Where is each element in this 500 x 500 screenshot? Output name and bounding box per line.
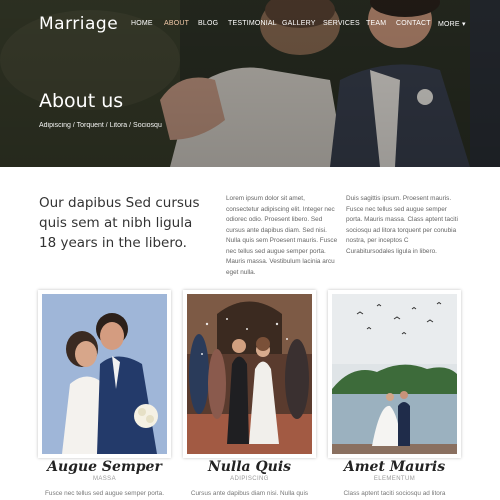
card-3-text: Class aptent taciti sociosqu ad litora xyxy=(343,490,446,497)
nav-blog[interactable]: BLOG xyxy=(198,20,218,27)
card-1[interactable] xyxy=(38,290,171,458)
intro-lead: Our dapibus Sed cursus quis sem at nibh … xyxy=(39,195,200,251)
brand-logo[interactable]: Marriage xyxy=(39,14,118,34)
card-3[interactable] xyxy=(328,290,461,458)
nav-contact[interactable]: CONTACT xyxy=(396,20,431,27)
card-3-photo xyxy=(332,294,457,454)
nav-more[interactable]: MORE ▾ xyxy=(438,20,466,28)
nav-home[interactable]: HOME xyxy=(131,20,153,27)
intro-column-1: Lorem ipsum dolor sit amet, consectetur … xyxy=(226,195,338,276)
page-title: About us xyxy=(39,90,124,112)
card-3-title[interactable]: Amet Mauris xyxy=(328,459,461,475)
intro-column-2: Duis sagittis ipsum. Proesent mauris. Fu… xyxy=(346,195,458,255)
card-2-photo xyxy=(187,294,312,454)
nav-team[interactable]: TEAM xyxy=(366,20,386,27)
nav-gallery[interactable]: GALLERY xyxy=(282,20,316,27)
card-1-title[interactable]: Augue Semper xyxy=(38,459,171,475)
nav-about[interactable]: ABOUT xyxy=(164,20,189,27)
hero-banner: Marriage HOME ABOUT BLOG TESTIMONIAL GAL… xyxy=(0,0,500,167)
card-1-photo xyxy=(42,294,167,454)
card-2-title[interactable]: Nulla Quis xyxy=(183,459,316,475)
card-1-text: Fusce nec tellus sed augue semper porta. xyxy=(44,490,164,497)
card-2-subtitle: ADIPISCING xyxy=(230,476,269,482)
card-1-subtitle: MASSA xyxy=(92,476,116,482)
nav-testimonial[interactable]: TESTIMONIAL xyxy=(228,20,277,27)
breadcrumb: Adipiscing / Torquent / Litora / Sociosq… xyxy=(39,122,162,129)
card-2-text: Cursus ante dapibus diam nisi. Nulla qui… xyxy=(190,490,309,497)
card-3-subtitle: ELEMENTUM xyxy=(373,476,416,482)
nav-services[interactable]: SERVICES xyxy=(323,20,360,27)
card-2[interactable] xyxy=(183,290,316,458)
